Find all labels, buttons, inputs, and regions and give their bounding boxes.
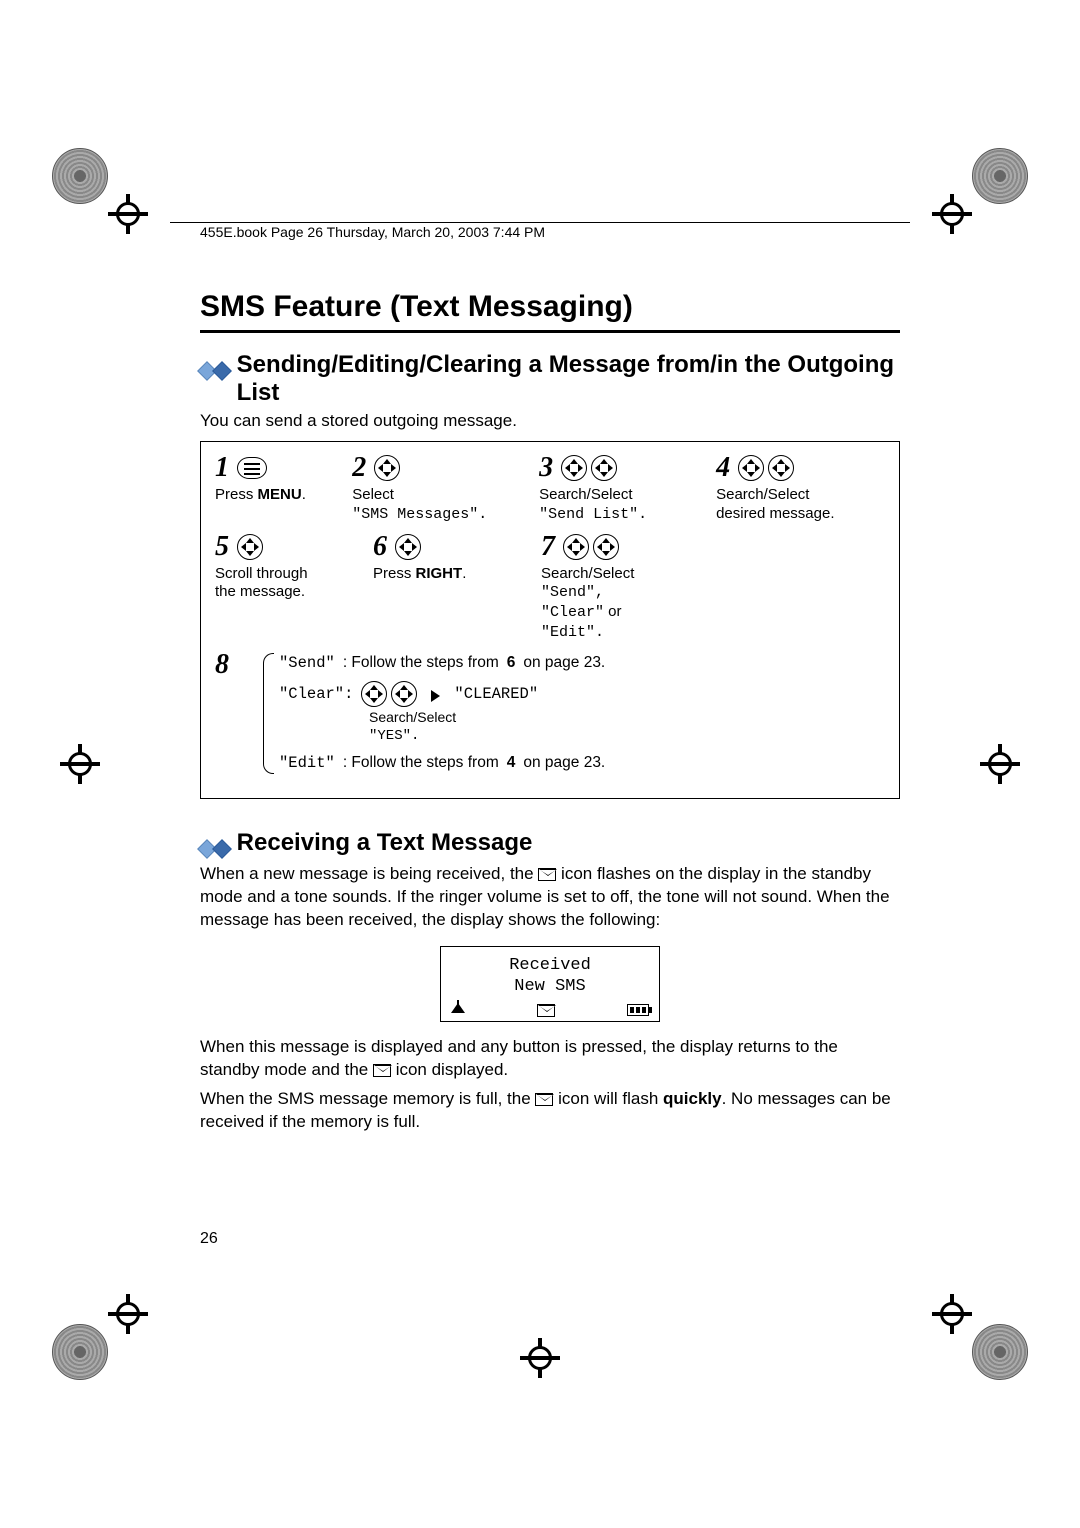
running-header: 455E.book Page 26 Thursday, March 20, 20… [200,224,545,240]
navigation-key-icon [391,681,417,707]
page: 455E.book Page 26 Thursday, March 20, 20… [0,0,1080,1528]
diamond-bullet-icon [212,839,232,859]
content-area: SMS Feature (Text Messaging) Sending/Edi… [200,290,900,1134]
registration-mark-icon [972,148,1028,204]
step-caption: Search/Select "Send", "Clear" or "Edit". [541,565,634,643]
paragraph: When a new message is being received, th… [200,863,900,932]
arrow-right-icon [431,690,440,702]
substep-send: "Send": Follow the steps from 6 on page … [279,651,885,676]
step-caption: Press MENU. [215,486,306,505]
step-caption: Search/Select desired message. [716,486,834,524]
registration-mark-icon [972,1324,1028,1380]
menu-button-icon [237,457,267,479]
navigation-key-icon [361,681,387,707]
lcd-line: Received [447,955,653,976]
steps-box: 1 Press MENU. 2 Select "SMS Messages". [200,441,900,799]
substep-edit: "Edit": Follow the steps from 4 on page … [279,751,885,776]
section-heading-text: Receiving a Text Message [237,829,533,857]
crop-mark-icon [980,744,1020,784]
section-heading-text: Sending/Editing/Clearing a Message from/… [237,351,900,407]
step-number: 5 [215,533,229,561]
crop-mark-icon [932,1294,972,1334]
step-caption: Press RIGHT. [373,565,466,584]
section-heading-sending: Sending/Editing/Clearing a Message from/… [200,351,900,407]
step-caption: Scroll through the message. [215,565,308,603]
crop-mark-icon [60,744,100,784]
registration-mark-icon [52,148,108,204]
step-number: 2 [352,454,366,482]
page-number: 26 [200,1230,218,1248]
step-caption: Select "SMS Messages". [352,486,487,525]
navigation-key-icon [593,534,619,560]
lcd-line: New SMS [447,976,653,997]
antenna-icon [451,1003,465,1017]
step-number: 7 [541,533,555,561]
lcd-display: Received New SMS [440,946,660,1023]
substep-clear: "Clear": "CLEARED" [279,681,885,707]
title-rule [200,330,900,333]
navigation-key-icon [237,534,263,560]
section-intro: You can send a stored outgoing message. [200,411,900,431]
step-number: 4 [716,454,730,482]
paragraph: When this message is displayed and any b… [200,1036,900,1082]
step-number: 8 [215,651,239,679]
navigation-key-icon [738,455,764,481]
section-heading-receiving: Receiving a Text Message [200,829,900,857]
navigation-key-icon [563,534,589,560]
crop-mark-icon [108,1294,148,1334]
navigation-key-icon [591,455,617,481]
crop-mark-icon [932,194,972,234]
page-title: SMS Feature (Text Messaging) [200,290,900,324]
envelope-icon [537,1004,555,1017]
navigation-key-icon [374,455,400,481]
substep-clear-caption: Search/Select "YES". [369,709,885,745]
navigation-key-icon [561,455,587,481]
battery-icon [627,1004,649,1016]
header-rule [170,222,910,223]
navigation-key-icon [395,534,421,560]
step-caption: Search/Select "Send List". [539,486,647,525]
step-number: 6 [373,533,387,561]
envelope-icon [535,1093,553,1106]
navigation-key-icon [768,455,794,481]
paragraph: When the SMS message memory is full, the… [200,1088,900,1134]
registration-mark-icon [52,1324,108,1380]
step-number: 1 [215,454,229,482]
envelope-icon [373,1064,391,1077]
step-number: 3 [539,454,553,482]
diamond-bullet-icon [212,361,232,381]
crop-mark-icon [108,194,148,234]
envelope-icon [538,868,556,881]
crop-mark-icon [520,1338,560,1378]
